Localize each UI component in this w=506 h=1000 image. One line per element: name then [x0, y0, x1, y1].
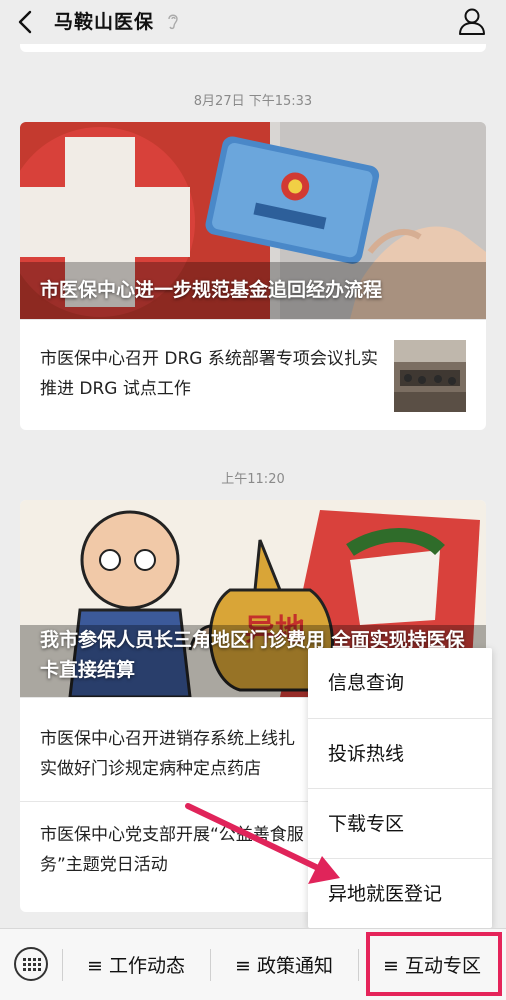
highlight-annotation-box: [366, 932, 502, 996]
message-timestamp: 8月27日 下午15:33: [193, 94, 313, 109]
keyboard-icon[interactable]: [14, 947, 48, 981]
article-card: 市医保中心进一步规范基金追回经办流程 市医保中心召开 DRG 系统部署专项会议扎…: [20, 122, 486, 430]
hero-article[interactable]: 市医保中心进一步规范基金追回经办流程: [20, 122, 486, 319]
submenu-item-download-area[interactable]: 下载专区: [308, 788, 492, 858]
menu-button-policy-notices[interactable]: ≡ 政策通知: [210, 949, 358, 983]
submenu-item-complaint-hotline[interactable]: 投诉热线: [308, 718, 492, 788]
previous-card-edge: [20, 44, 486, 52]
menu-button-work-news[interactable]: ≡ 工作动态: [62, 949, 210, 983]
list-item[interactable]: 市医保中心召开 DRG 系统部署专项会议扎实推进 DRG 试点工作: [20, 319, 486, 430]
message-timestamp: 上午11:20: [221, 472, 285, 487]
submenu-item-info-query[interactable]: 信息查询: [308, 648, 492, 718]
article-title: 市医保中心召开 DRG 系统部署专项会议扎实推进 DRG 试点工作: [40, 349, 378, 399]
person-icon[interactable]: [458, 6, 486, 36]
article-thumbnail: [394, 340, 466, 412]
page-title: 马鞍山医保: [54, 11, 155, 33]
article-title: 市医保中心召开进销存系统上线扎实做好门诊规定病种定点药店: [40, 729, 295, 779]
submenu-item-remote-medical-registration[interactable]: 异地就医登记: [308, 858, 492, 928]
top-nav-bar: 马鞍山医保: [0, 0, 506, 44]
ear-icon: [168, 14, 178, 30]
article-title: 市医保中心党支部开展“公益善食服务”主题党日活动: [40, 825, 304, 875]
interactive-submenu: 信息查询 投诉热线 下载专区 异地就医登记: [308, 648, 492, 928]
hero-article-title: 市医保中心进一步规范基金追回经办流程: [40, 279, 383, 301]
chevron-left-icon[interactable]: [14, 8, 38, 36]
